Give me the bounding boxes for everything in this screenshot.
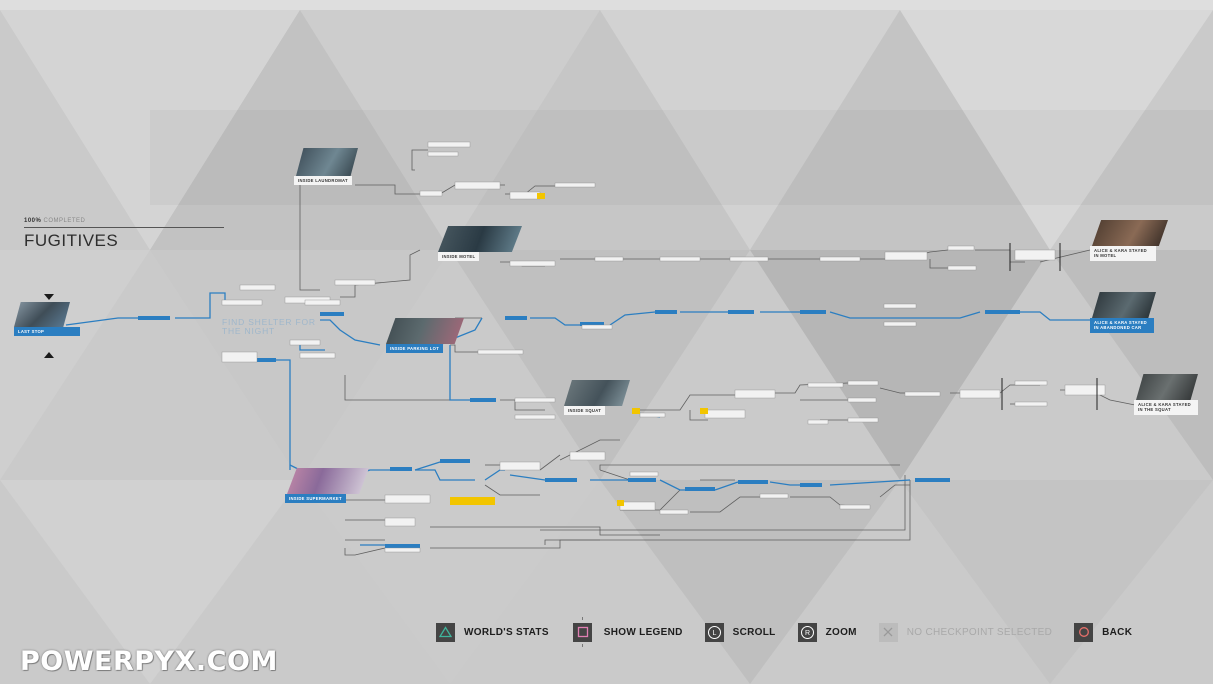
completion-word: COMPLETED bbox=[43, 218, 86, 224]
node-inside-supermarket[interactable]: INSIDE SUPERMARKET bbox=[285, 494, 346, 504]
ending-squat-thumbnail[interactable] bbox=[1136, 374, 1198, 400]
back-button[interactable]: BACK bbox=[1074, 622, 1133, 642]
show-legend-label: SHOW LEGEND bbox=[603, 626, 683, 638]
l-stick-icon: L bbox=[704, 622, 724, 642]
square-icon bbox=[573, 622, 593, 642]
scroll-button[interactable]: L SCROLL bbox=[704, 622, 776, 642]
flowchart-screen: 100% COMPLETED FUGITIVES LAST STOP FIND … bbox=[0, 0, 1213, 684]
completion-percent: 100% bbox=[24, 218, 42, 224]
motel-thumbnail[interactable] bbox=[438, 226, 522, 252]
ending-squat[interactable]: ALICE & KARA STAYED IN THE SQUAT bbox=[1134, 400, 1198, 415]
show-legend-button[interactable]: SHOW LEGEND bbox=[571, 617, 683, 647]
tick-mark bbox=[581, 644, 583, 647]
l-stick-glyph: L bbox=[712, 630, 716, 637]
ending-car-thumbnail[interactable] bbox=[1092, 292, 1156, 318]
node-inside-laundromat[interactable]: INSIDE LAUNDROMAT bbox=[294, 176, 352, 186]
controls-bar: WORLD'S STATS SHOW LEGEND L SCROLL R ZOO… bbox=[436, 617, 1154, 647]
worlds-stats-button[interactable]: WORLD'S STATS bbox=[436, 622, 549, 642]
node-last-stop[interactable]: LAST STOP bbox=[14, 327, 80, 337]
supermarket-thumbnail[interactable] bbox=[287, 468, 369, 494]
r-stick-icon: R bbox=[797, 622, 817, 642]
tick-mark bbox=[581, 617, 583, 620]
completion-status: 100% COMPLETED bbox=[24, 218, 224, 224]
node-inside-squat[interactable]: INSIDE SQUAT bbox=[564, 406, 606, 416]
decision-find-shelter: FIND SHELTER FOR THE NIGHT bbox=[222, 317, 316, 337]
header-divider bbox=[24, 227, 224, 228]
squat-thumbnail[interactable] bbox=[564, 380, 630, 406]
chevron-up-icon[interactable] bbox=[44, 352, 54, 358]
node-inside-motel[interactable]: INSIDE MOTEL bbox=[438, 252, 480, 262]
zoom-button[interactable]: R ZOOM bbox=[797, 622, 857, 642]
r-stick-glyph: R bbox=[805, 630, 810, 637]
back-label: BACK bbox=[1102, 626, 1133, 638]
watermark: POWERPYX.COM bbox=[20, 646, 278, 677]
flowchart-connectors bbox=[65, 141, 1136, 556]
no-checkpoint-button[interactable]: NO CHECKPOINT SELECTED bbox=[878, 622, 1053, 642]
laundromat-thumbnail[interactable] bbox=[296, 148, 358, 176]
zoom-label: ZOOM bbox=[825, 626, 857, 638]
worlds-stats-label: WORLD'S STATS bbox=[464, 626, 549, 638]
chapter-title: FUGITIVES bbox=[24, 231, 119, 250]
chapter-header: 100% COMPLETED FUGITIVES bbox=[24, 218, 224, 251]
ending-motel[interactable]: ALICE & KARA STAYED IN MOTEL bbox=[1090, 246, 1156, 261]
ending-abandoned-car[interactable]: ALICE & KARA STAYED IN ABANDONED CAR bbox=[1090, 318, 1154, 333]
no-checkpoint-label: NO CHECKPOINT SELECTED bbox=[906, 626, 1053, 638]
legend-icon-frame bbox=[571, 617, 595, 647]
circle-icon bbox=[1074, 622, 1094, 642]
triangle-icon bbox=[436, 622, 455, 642]
chevron-down-icon[interactable] bbox=[44, 294, 54, 300]
scroll-label: SCROLL bbox=[732, 626, 776, 638]
parking-lot-thumbnail[interactable] bbox=[386, 318, 464, 344]
node-inside-parking-lot[interactable]: INSIDE PARKING LOT bbox=[386, 344, 444, 354]
last-stop-thumbnail[interactable] bbox=[14, 302, 70, 327]
ending-motel-thumbnail[interactable] bbox=[1092, 220, 1168, 246]
cross-icon bbox=[878, 622, 898, 642]
